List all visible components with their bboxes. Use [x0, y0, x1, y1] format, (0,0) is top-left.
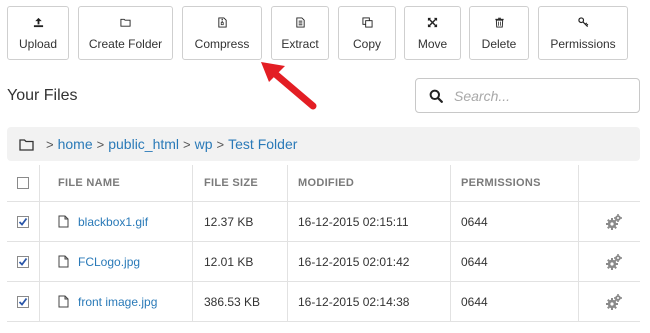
file-name-link[interactable]: front image.jpg	[78, 295, 157, 309]
create-folder-label: Create Folder	[88, 37, 163, 51]
permissions-label: Permissions	[550, 37, 616, 51]
gears-icon[interactable]	[605, 253, 623, 271]
folder-icon	[119, 15, 133, 29]
compress-label: Compress	[194, 37, 250, 51]
folder-icon	[19, 138, 34, 151]
breadcrumb-item-test-folder[interactable]: Test Folder	[228, 136, 297, 152]
breadcrumb-item-wp[interactable]: wp	[195, 136, 213, 152]
create-folder-button[interactable]: Create Folder	[78, 6, 173, 60]
file-extract-icon	[293, 15, 307, 29]
file-size: 386.53 KB	[204, 294, 261, 309]
extract-button[interactable]: Extract	[271, 6, 329, 60]
upload-button[interactable]: Upload	[7, 6, 69, 60]
compress-button[interactable]: Compress	[182, 6, 262, 60]
file-modified: 16-12-2015 02:14:38	[298, 294, 410, 309]
red-arrow-icon	[261, 62, 317, 110]
row-checkbox[interactable]	[17, 215, 29, 228]
file-icon	[58, 215, 69, 228]
header-file-size[interactable]: File Size	[204, 165, 258, 201]
breadcrumb-separator: >	[96, 136, 105, 152]
file-table: File Name File Size Modified Permissions…	[7, 165, 640, 322]
upload-label: Upload	[18, 37, 58, 51]
extract-label: Extract	[281, 37, 319, 51]
file-permissions: 0644	[461, 214, 488, 229]
file-icon	[58, 295, 69, 308]
file-zip-icon	[215, 15, 229, 29]
trash-icon	[492, 15, 506, 29]
file-icon	[58, 255, 69, 268]
header-permissions[interactable]: Permissions	[461, 165, 541, 201]
file-name-link[interactable]: blackbox1.gif	[78, 215, 148, 229]
move-label: Move	[417, 37, 448, 51]
key-icon	[576, 15, 590, 29]
header-file-name[interactable]: File Name	[58, 165, 120, 201]
table-header-row: File Name File Size Modified Permissions	[7, 165, 640, 202]
checkmark-icon	[18, 257, 28, 266]
table-row[interactable]: FCLogo.jpg 12.01 KB 16-12-2015 02:01:42 …	[7, 242, 640, 282]
delete-label: Delete	[481, 37, 517, 51]
gears-icon[interactable]	[605, 213, 623, 231]
search-box[interactable]	[415, 78, 640, 113]
file-size: 12.37 KB	[204, 214, 254, 229]
breadcrumb-separator: >	[216, 136, 225, 152]
file-modified: 16-12-2015 02:01:42	[298, 254, 410, 269]
breadcrumb-separator: >	[46, 136, 54, 152]
checkmark-icon	[18, 217, 28, 226]
breadcrumb-item-public-html[interactable]: public_html	[108, 136, 179, 152]
file-size: 12.01 KB	[204, 254, 254, 269]
row-checkbox[interactable]	[17, 255, 29, 268]
move-button[interactable]: Move	[404, 6, 461, 60]
search-icon	[429, 89, 443, 103]
copy-label: Copy	[352, 37, 381, 51]
upload-icon	[31, 15, 45, 29]
select-all-checkbox[interactable]	[17, 177, 29, 189]
file-name-link[interactable]: FCLogo.jpg	[78, 255, 140, 269]
breadcrumb-separator: >	[183, 136, 191, 152]
search-input[interactable]	[454, 87, 624, 104]
header-modified[interactable]: Modified	[298, 165, 354, 201]
delete-button[interactable]: Delete	[469, 6, 529, 60]
copy-button[interactable]: Copy	[338, 6, 396, 60]
move-arrows-icon	[426, 15, 440, 29]
table-row[interactable]: front image.jpg 386.53 KB 16-12-2015 02:…	[7, 282, 640, 322]
file-permissions: 0644	[461, 294, 488, 309]
breadcrumb: > home > public_html > wp > Test Folder	[7, 127, 640, 161]
table-row[interactable]: blackbox1.gif 12.37 KB 16-12-2015 02:15:…	[7, 202, 640, 242]
file-modified: 16-12-2015 02:15:11	[298, 214, 409, 229]
file-permissions: 0644	[461, 254, 488, 269]
breadcrumb-item-home[interactable]: home	[58, 136, 93, 152]
copy-icon	[360, 15, 374, 29]
row-checkbox[interactable]	[17, 295, 29, 308]
checkmark-icon	[18, 297, 28, 306]
page-title: Your Files	[7, 87, 78, 104]
gears-icon[interactable]	[605, 293, 623, 311]
permissions-button[interactable]: Permissions	[538, 6, 628, 60]
